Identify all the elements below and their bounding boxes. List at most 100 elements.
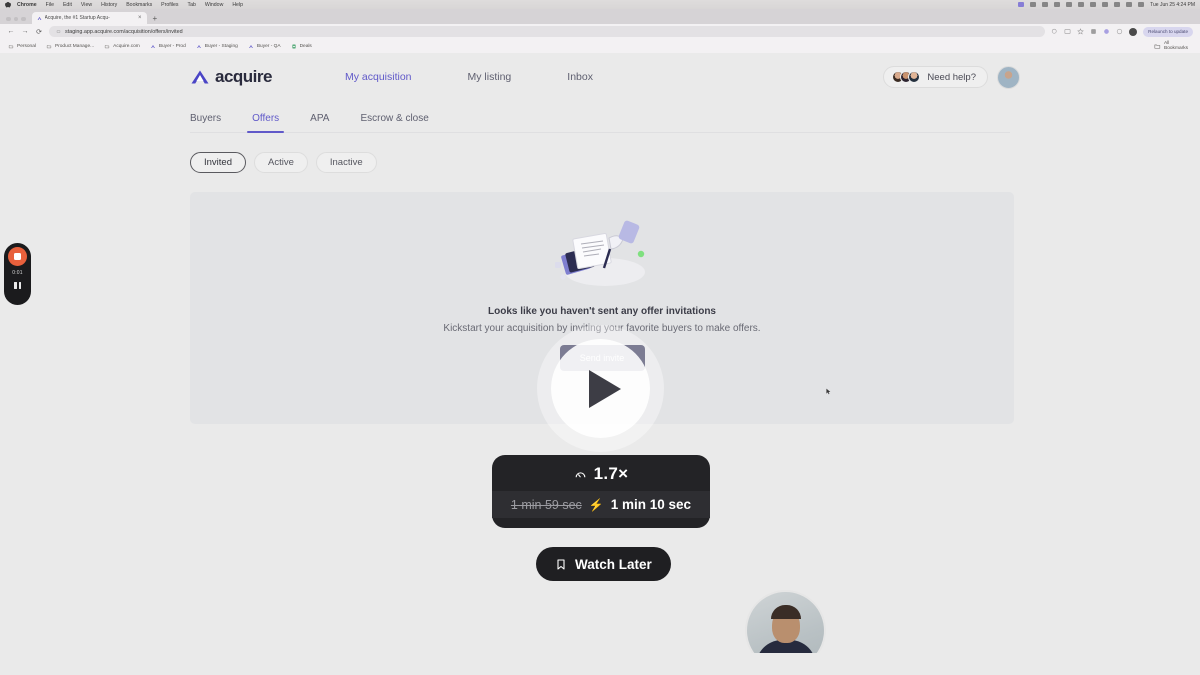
bookmark-star-icon[interactable] bbox=[1077, 28, 1085, 35]
page-viewport: acquire My acquisition My listing Inbox … bbox=[0, 53, 1200, 671]
browser-tabstrip: Acquire, the #1 Startup Acqu- × + bbox=[0, 9, 1200, 24]
window-controls[interactable] bbox=[4, 16, 32, 25]
extension-puzzle-icon[interactable] bbox=[1090, 28, 1097, 35]
app-status-icon[interactable] bbox=[1042, 2, 1049, 7]
profile-circle-icon[interactable] bbox=[1116, 28, 1123, 35]
menubar-item-bookmarks[interactable]: Bookmarks bbox=[126, 2, 152, 8]
tools-status-icon[interactable] bbox=[1090, 2, 1097, 7]
nav-item-inbox[interactable]: Inbox bbox=[539, 71, 621, 83]
bookmark-buyer-prod[interactable]: Buyer - Prod bbox=[150, 44, 186, 49]
spotlight-search-icon[interactable] bbox=[1126, 2, 1133, 7]
calendar-status-icon[interactable] bbox=[1030, 2, 1037, 7]
play-video-button[interactable] bbox=[551, 339, 650, 438]
acquire-logo[interactable]: acquire bbox=[190, 67, 272, 87]
play-icon bbox=[589, 369, 621, 408]
menubar-item-edit[interactable]: Edit bbox=[63, 2, 72, 8]
lightning-bolt-icon: ⚡ bbox=[588, 497, 604, 512]
forward-button[interactable]: → bbox=[21, 28, 29, 35]
browser-profile-avatar[interactable] bbox=[1129, 27, 1138, 36]
toolbar-actions: Relaunch to update bbox=[1051, 26, 1193, 37]
need-help-button[interactable]: Need help? bbox=[883, 66, 988, 88]
menubar-item-help[interactable]: Help bbox=[232, 2, 243, 8]
header-actions: Need help? bbox=[883, 65, 1020, 89]
bookmark-label: Buyer - Prod bbox=[158, 43, 186, 49]
new-tab-button[interactable]: + bbox=[147, 14, 164, 24]
bookmark-buyer-staging[interactable]: Buyer - Staging bbox=[196, 44, 238, 49]
browser-tab[interactable]: Acquire, the #1 Startup Acqu- × bbox=[31, 12, 147, 24]
original-duration: 1 min 59 sec bbox=[510, 497, 582, 512]
pause-recording-button[interactable] bbox=[14, 282, 21, 289]
macos-menubar: Chrome File Edit View History Bookmarks … bbox=[0, 0, 1200, 9]
split-view-icon[interactable] bbox=[1064, 28, 1071, 35]
bookmark-deals[interactable]: Deals bbox=[291, 44, 312, 49]
filter-pill-inactive[interactable]: Inactive bbox=[315, 152, 377, 173]
wifi-status-icon[interactable] bbox=[1114, 2, 1121, 7]
back-button[interactable]: ← bbox=[7, 28, 15, 35]
close-window-button[interactable] bbox=[6, 16, 11, 21]
filter-pill-invited[interactable]: Invited bbox=[190, 152, 246, 173]
minimize-window-button[interactable] bbox=[13, 16, 18, 21]
maximize-window-button[interactable] bbox=[21, 16, 26, 21]
filter-pill-active[interactable]: Active bbox=[254, 152, 308, 173]
close-tab-button[interactable]: × bbox=[138, 15, 142, 21]
tab-apa[interactable]: APA bbox=[310, 113, 329, 132]
battery-status-icon[interactable] bbox=[1102, 2, 1109, 7]
display-status-icon[interactable] bbox=[1054, 2, 1061, 7]
menu-status-icon[interactable] bbox=[1078, 2, 1085, 7]
nav-item-my-acquisition[interactable]: My acquisition bbox=[317, 71, 440, 83]
acquire-logo-text: acquire bbox=[215, 67, 272, 86]
sheets-icon bbox=[292, 44, 296, 48]
tab-escrow-close[interactable]: Escrow & close bbox=[360, 113, 428, 132]
menubar-clock[interactable]: Tue Jun 25 4:24 PM bbox=[1150, 2, 1195, 8]
screen-recorder-status-icon[interactable] bbox=[1018, 2, 1025, 7]
address-bar[interactable]: staging.app.acquire.com/acquisition/offe… bbox=[49, 26, 1046, 37]
speedometer-icon bbox=[575, 471, 585, 478]
duration-row: 1 min 59 sec ⚡ 1 min 10 sec bbox=[492, 491, 710, 518]
bookmark-acquire-com[interactable]: Acquire.com bbox=[104, 44, 140, 49]
acquire-favicon-icon bbox=[150, 44, 155, 48]
stop-recording-button[interactable] bbox=[8, 247, 27, 266]
settings-status-icon[interactable] bbox=[1066, 2, 1073, 7]
app-header: acquire My acquisition My listing Inbox … bbox=[0, 53, 1200, 101]
support-agent-avatars bbox=[892, 71, 921, 83]
menubar-app-name[interactable]: Chrome bbox=[17, 2, 37, 8]
pause-icon bbox=[18, 282, 21, 289]
apple-logo-icon[interactable] bbox=[5, 1, 11, 8]
bookmark-buyer-qa[interactable]: Buyer - QA bbox=[248, 44, 281, 49]
all-bookmarks-label: All Bookmarks bbox=[1164, 41, 1189, 51]
menubar-item-view[interactable]: View bbox=[81, 2, 92, 8]
tab-search-icon[interactable] bbox=[1051, 28, 1058, 35]
reload-button[interactable]: ⟳ bbox=[35, 28, 43, 36]
bookmark-label: Buyer - Staging bbox=[204, 43, 238, 49]
user-avatar[interactable] bbox=[997, 65, 1020, 89]
acquire-logo-icon bbox=[191, 70, 209, 84]
watch-later-button[interactable]: Watch Later bbox=[536, 547, 671, 581]
nav-item-my-listing[interactable]: My listing bbox=[440, 71, 540, 83]
menubar-item-history[interactable]: History bbox=[101, 2, 117, 8]
loom-extension-icon[interactable] bbox=[1103, 28, 1110, 35]
menubar-status-icons: Tue Jun 25 4:24 PM bbox=[1018, 2, 1195, 8]
site-info-icon[interactable] bbox=[56, 29, 61, 34]
bookmark-label: Buyer - QA bbox=[256, 43, 281, 49]
control-center-icon[interactable] bbox=[1138, 2, 1145, 7]
menubar-item-file[interactable]: File bbox=[46, 2, 54, 8]
tab-offers[interactable]: Offers bbox=[247, 113, 285, 133]
menubar-item-window[interactable]: Window bbox=[205, 2, 223, 8]
tab-buyers[interactable]: Buyers bbox=[190, 113, 221, 132]
pause-icon bbox=[14, 282, 17, 289]
relaunch-to-update-button[interactable]: Relaunch to update bbox=[1143, 26, 1193, 37]
menubar-item-profiles[interactable]: Profiles bbox=[161, 2, 178, 8]
browser-toolbar: ← → ⟳ staging.app.acquire.com/acquisitio… bbox=[0, 24, 1200, 39]
all-bookmarks-button[interactable]: All Bookmarks bbox=[1154, 41, 1192, 51]
mouse-cursor-icon bbox=[826, 388, 831, 395]
primary-nav: My acquisition My listing Inbox bbox=[317, 71, 621, 83]
acquire-favicon-icon bbox=[196, 44, 201, 48]
bookmark-label: Product Manage... bbox=[54, 43, 95, 49]
playback-speed-value[interactable]: 1.7× bbox=[594, 464, 629, 484]
acquire-favicon-icon bbox=[37, 16, 41, 20]
avatar bbox=[908, 71, 921, 83]
bookmark-personal[interactable]: Personal bbox=[8, 44, 36, 49]
bookmark-product-management[interactable]: Product Manage... bbox=[46, 44, 94, 49]
bookmark-label: Deals bbox=[299, 43, 312, 49]
menubar-item-tab[interactable]: Tab bbox=[187, 2, 195, 8]
